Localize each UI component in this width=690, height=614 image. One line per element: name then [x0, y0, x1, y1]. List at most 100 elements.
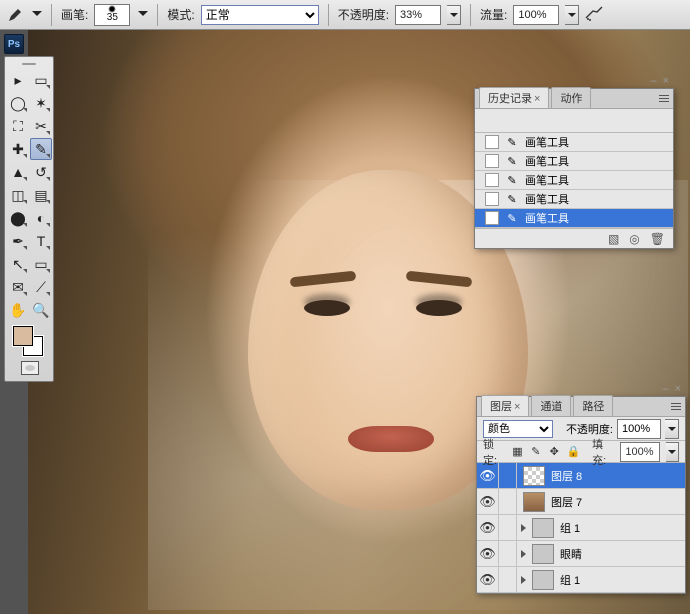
lock-transparency-icon[interactable]: ▦ — [511, 445, 523, 459]
history-state[interactable]: ✎画笔工具 — [475, 171, 673, 190]
layer-name[interactable]: 图层 8 — [551, 468, 582, 484]
hand-tool[interactable]: ✋ — [7, 299, 29, 321]
layer-blend-row: 颜色 不透明度: 100% — [477, 417, 685, 441]
history-brush-tool[interactable]: ↺ — [30, 161, 52, 183]
quick-mask-toggle[interactable] — [7, 357, 52, 379]
panel-menu-icon[interactable] — [669, 399, 683, 413]
history-source-toggle[interactable] — [485, 173, 499, 187]
visibility-toggle[interactable]: 👁 — [477, 463, 499, 488]
layer-group-row[interactable]: 👁 组 1 — [477, 515, 685, 541]
layer-name[interactable]: 组 1 — [560, 520, 580, 536]
layer-name[interactable]: 组 1 — [560, 572, 580, 588]
spot-heal-tool[interactable]: ✚ — [7, 138, 29, 160]
flow-dropdown-icon[interactable] — [565, 5, 579, 25]
new-snapshot-icon[interactable]: ◎ — [629, 232, 639, 246]
layer-thumbnail[interactable] — [523, 492, 545, 512]
marquee-tool[interactable]: ▭ — [30, 69, 52, 91]
tab-layers[interactable]: 图层× — [481, 395, 529, 416]
mode-label: 模式: — [167, 6, 194, 23]
history-source-toggle[interactable] — [485, 211, 499, 225]
brush-tool[interactable]: ✎ — [30, 138, 52, 160]
history-source-toggle[interactable] — [485, 154, 499, 168]
visibility-toggle[interactable]: 👁 — [477, 489, 499, 514]
tab-close-icon[interactable]: × — [534, 93, 540, 105]
zoom-tool[interactable]: 🔍 — [30, 299, 52, 321]
group-disclosure-icon[interactable] — [521, 576, 526, 584]
brush-picker-dropdown-icon[interactable] — [138, 11, 148, 19]
history-state[interactable]: ✎画笔工具 — [475, 209, 673, 228]
visibility-toggle[interactable]: 👁 — [477, 515, 499, 540]
tab-history[interactable]: 历史记录× — [479, 87, 549, 108]
airbrush-icon[interactable] — [585, 6, 607, 24]
foreground-swatch[interactable] — [13, 326, 33, 346]
dodge-tool[interactable]: ◐ — [30, 207, 52, 229]
eraser-tool[interactable]: ◫ — [7, 184, 29, 206]
color-swatches[interactable] — [7, 322, 52, 356]
layer-name[interactable]: 图层 7 — [551, 494, 582, 510]
tab-channels[interactable]: 通道 — [531, 395, 571, 416]
opacity-dropdown-icon[interactable] — [447, 5, 461, 25]
layer-opacity-input[interactable]: 100% — [617, 419, 661, 439]
tool-preset-dropdown-icon[interactable] — [32, 11, 42, 19]
link-column[interactable] — [499, 463, 517, 488]
layer-name[interactable]: 眼睛 — [560, 546, 582, 562]
eyedropper-tool[interactable]: ⟋ — [30, 276, 52, 298]
panel-close-icon[interactable]: × — [675, 383, 681, 395]
visibility-toggle[interactable]: 👁 — [477, 567, 499, 592]
fill-dropdown-icon[interactable] — [666, 442, 679, 462]
toolbox-grip[interactable] — [7, 59, 51, 69]
panel-minimize-icon[interactable]: – — [650, 75, 656, 87]
blend-mode-select[interactable]: 正常 — [201, 5, 319, 25]
layer-group-row[interactable]: 👁 眼睛 — [477, 541, 685, 567]
move-tool[interactable]: ▸ — [7, 69, 29, 91]
link-column[interactable] — [499, 541, 517, 566]
visibility-toggle[interactable]: 👁 — [477, 541, 499, 566]
gradient-tool[interactable]: ▤ — [30, 184, 52, 206]
slice-tool[interactable]: ✂ — [30, 115, 52, 137]
opacity-input[interactable]: 33% — [395, 5, 441, 25]
layer-group-row[interactable]: 👁 组 1 — [477, 567, 685, 593]
new-document-from-state-icon[interactable]: ▧ — [608, 232, 619, 246]
panel-close-icon[interactable]: × — [663, 75, 669, 87]
tab-paths[interactable]: 路径 — [573, 395, 613, 416]
link-column[interactable] — [499, 567, 517, 592]
pen-tool[interactable]: ✒ — [7, 230, 29, 252]
history-list: ✎画笔工具✎画笔工具✎画笔工具✎画笔工具✎画笔工具 — [475, 133, 673, 228]
lock-all-icon[interactable]: 🔒 — [566, 445, 580, 459]
brush-tool-icon[interactable] — [6, 6, 24, 24]
type-tool[interactable]: T — [30, 230, 52, 252]
history-state[interactable]: ✎画笔工具 — [475, 190, 673, 209]
lock-pixels-icon[interactable]: ✎ — [530, 445, 542, 459]
lock-position-icon[interactable]: ✥ — [548, 445, 560, 459]
history-state[interactable]: ✎画笔工具 — [475, 152, 673, 171]
link-column[interactable] — [499, 515, 517, 540]
fill-input[interactable]: 100% — [620, 442, 660, 462]
brush-preview[interactable]: 35 — [94, 4, 130, 26]
group-disclosure-icon[interactable] — [521, 524, 526, 532]
clone-stamp-tool[interactable]: ▲ — [7, 161, 29, 183]
flow-input[interactable]: 100% — [513, 5, 559, 25]
panel-minimize-icon[interactable]: – — [662, 383, 668, 395]
lasso-tool[interactable]: ◯ — [7, 92, 29, 114]
photoshop-logo-icon: Ps — [4, 34, 24, 54]
group-disclosure-icon[interactable] — [521, 550, 526, 558]
magic-wand-tool[interactable]: ✶ — [30, 92, 52, 114]
history-source-toggle[interactable] — [485, 135, 499, 149]
notes-tool[interactable]: ✉ — [7, 276, 29, 298]
history-source-toggle[interactable] — [485, 192, 499, 206]
blur-tool[interactable]: ⬤ — [7, 207, 29, 229]
shape-tool[interactable]: ▭ — [30, 253, 52, 275]
path-select-tool[interactable]: ↖ — [7, 253, 29, 275]
tab-actions[interactable]: 动作 — [551, 87, 591, 108]
link-column[interactable] — [499, 489, 517, 514]
panel-menu-icon[interactable] — [657, 91, 671, 105]
history-state[interactable]: ✎画笔工具 — [475, 133, 673, 152]
crop-tool[interactable]: ⛶ — [7, 115, 29, 137]
tab-close-icon[interactable]: × — [514, 401, 520, 413]
layer-opacity-dropdown-icon[interactable] — [665, 419, 679, 439]
layer-row[interactable]: 👁 图层 7 — [477, 489, 685, 515]
layer-thumbnail[interactable] — [523, 466, 545, 486]
layer-row[interactable]: 👁 图层 8 — [477, 463, 685, 489]
delete-state-icon[interactable]: 🗑 — [650, 232, 665, 246]
history-snapshot-strip[interactable] — [475, 109, 673, 133]
